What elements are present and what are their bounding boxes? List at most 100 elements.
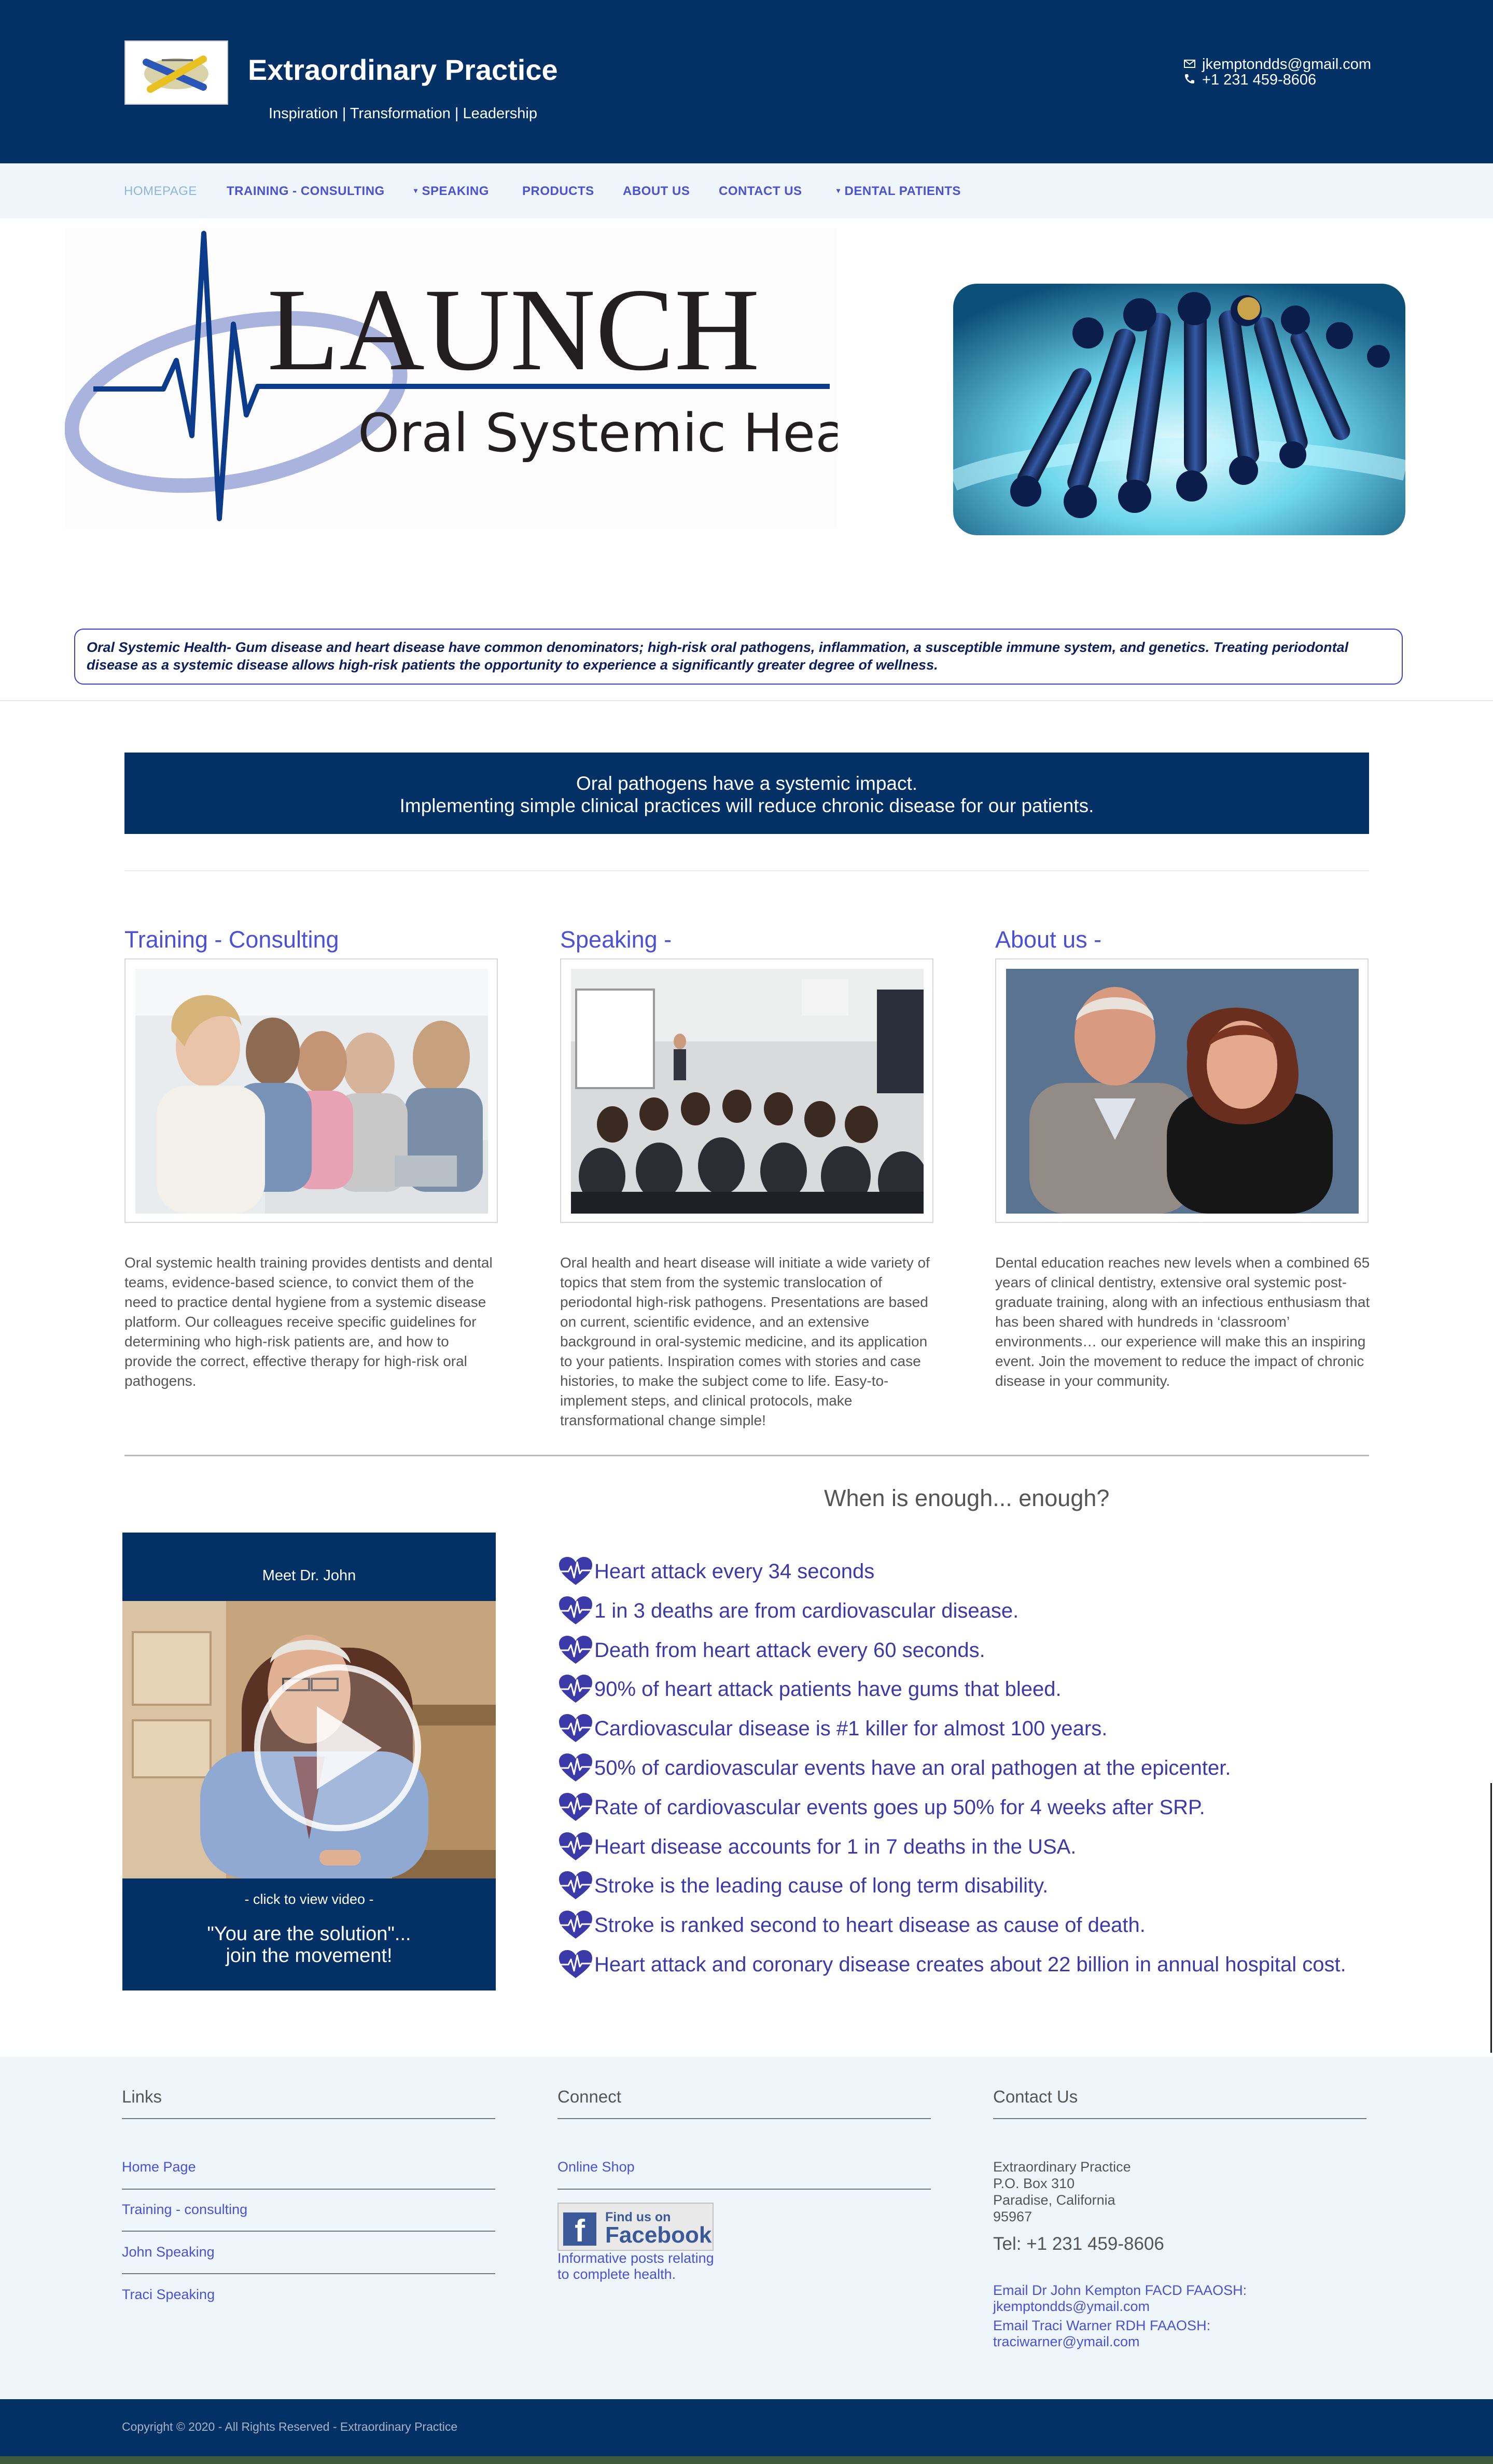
click-to-view-video[interactable]: - click to view video - [122, 1891, 496, 1908]
speaking-heading[interactable]: Speaking - [560, 926, 672, 953]
play-icon[interactable] [252, 1662, 423, 1833]
scrollbar-edge [1490, 1783, 1492, 2053]
divider [557, 2189, 931, 2190]
speaking-text: Oral health and heart disease will initi… [560, 1255, 930, 1428]
training-consulting-heading[interactable]: Training - Consulting [124, 926, 339, 953]
email-traci-label: Email Traci Warner RDH FAAOSH: [993, 2318, 1211, 2333]
heartbeat-heart-icon [558, 1713, 593, 1744]
footer-links-heading: Links [122, 2087, 162, 2106]
about-us-heading[interactable]: About us - [995, 926, 1101, 953]
heartbeat-heart-icon [558, 1595, 593, 1626]
logo-graphic [143, 55, 208, 93]
heart-fact-item: Death from heart attack every 60 seconds… [558, 1635, 985, 1666]
heart-fact-text: Stroke is the leading cause of long term… [594, 1874, 1049, 1897]
phone-icon [1183, 72, 1196, 89]
video-thumbnail[interactable] [122, 1601, 496, 1878]
heartbeat-heart-icon [558, 1674, 593, 1705]
heartbeat-heart-icon [558, 1831, 593, 1862]
heartbeat-heart-icon [558, 1870, 593, 1901]
speaking-photo-frame[interactable] [560, 958, 933, 1223]
heart-fact-text: Cardiovascular disease is #1 killer for … [594, 1717, 1108, 1740]
header-phone[interactable]: +1 231 459-8606 [1183, 72, 1316, 89]
footer-address: Extraordinary Practice P.O. Box 310 Para… [993, 2159, 1131, 2225]
facebook-caption-line-1: Informative posts relating [557, 2250, 714, 2266]
footer-link-john-speaking[interactable]: John Speaking [122, 2244, 215, 2260]
launch-logo-graphic: LAUNCH Oral Systemic Health [64, 231, 917, 521]
training-consulting-text: Oral systemic health training provides d… [124, 1255, 493, 1389]
heartbeat-heart-icon [558, 1792, 593, 1823]
caret-down-icon: ▾ [414, 186, 418, 194]
footer-online-shop-link[interactable]: Online Shop [557, 2159, 635, 2175]
heart-fact-text: Heart attack and coronary disease create… [594, 1953, 1346, 1976]
heart-fact-text: Stroke is ranked second to heart disease… [594, 1913, 1146, 1937]
nav-products[interactable]: PRODUCTS [522, 184, 594, 199]
heart-fact-text: Heart attack every 34 seconds [594, 1560, 875, 1583]
heartbeat-heart-icon [558, 1635, 593, 1666]
facebook-caption[interactable]: Informative posts relating to complete h… [557, 2250, 714, 2282]
launch-logo-banner: LAUNCH Oral Systemic Health [64, 228, 917, 529]
address-line: P.O. Box 310 [993, 2176, 1075, 2191]
email-john-address[interactable]: jkemptondds@ymail.com [993, 2299, 1247, 2315]
heart-fact-item: Heart attack and coronary disease create… [558, 1949, 1346, 1980]
training-consulting-photo[interactable] [135, 969, 488, 1214]
when-is-enough-heading: When is enough... enough? [824, 1485, 1110, 1511]
address-line: 95967 [993, 2209, 1032, 2224]
heart-fact-text: Rate of cardiovascular events goes up 50… [594, 1795, 1205, 1819]
facebook-caption-line-2: to complete health. [557, 2266, 676, 2282]
envelope-icon [1183, 56, 1196, 73]
footer-link-training-consulting[interactable]: Training - consulting [122, 2202, 247, 2218]
launch-logo-word: LAUNCH [267, 265, 760, 395]
video-quote-line-2: join the movement! [226, 1945, 393, 1967]
heartbeat-heart-icon [558, 1556, 593, 1587]
heart-fact-item: 50% of cardiovascular events have an ora… [558, 1752, 1231, 1784]
heart-fact-item: 1 in 3 deaths are from cardiovascular di… [558, 1595, 1018, 1626]
footer-link-home-page[interactable]: Home Page [122, 2159, 196, 2175]
divider [993, 2118, 1366, 2119]
footer-email-john[interactable]: Email Dr John Kempton FACD FAAOSH: jkemp… [993, 2282, 1247, 2315]
about-us-photo[interactable] [1006, 969, 1359, 1214]
speaking-photo[interactable] [571, 969, 924, 1214]
email-traci-address[interactable]: traciwarner@ymail.com [993, 2334, 1210, 2350]
footer-email-traci[interactable]: Email Traci Warner RDH FAAOSH: traciwarn… [993, 2318, 1210, 2350]
nav-speaking[interactable]: ▾ SPEAKING [414, 184, 489, 199]
site-tagline: Inspiration | Transformation | Leadershi… [269, 105, 538, 122]
nav-homepage[interactable]: HOMEPAGE [124, 184, 197, 199]
header-phone-text[interactable]: +1 231 459-8606 [1202, 72, 1316, 89]
facebook-badge[interactable]: f Find us on Facebook [557, 2203, 714, 2251]
footer-link-traci-speaking[interactable]: Traci Speaking [122, 2287, 215, 2303]
nav-about-us[interactable]: ABOUT US [623, 184, 690, 199]
footer-connect-heading: Connect [557, 2087, 621, 2106]
impact-line-1: Oral pathogens have a systemic impact. [576, 773, 918, 794]
video-quote: "You are the solution"... join the movem… [122, 1923, 496, 1967]
about-us-photo-frame[interactable] [995, 958, 1369, 1223]
site-header: Extraordinary Practice Inspiration | Tra… [0, 0, 1493, 163]
heart-fact-text: 1 in 3 deaths are from cardiovascular di… [594, 1599, 1019, 1622]
header-email[interactable]: jkemptondds@gmail.com [1183, 56, 1371, 73]
heart-fact-text: Death from heart attack every 60 seconds… [594, 1638, 985, 1662]
nav-dental-patients[interactable]: ▾ DENTAL PATIENTS [836, 184, 961, 199]
heartbeat-heart-icon [558, 1752, 593, 1784]
bottom-strip [0, 2456, 1493, 2464]
meet-dr-john-video-card[interactable]: Meet Dr. John - click to view video - "Y… [122, 1533, 496, 1990]
heart-fact-text: 50% of cardiovascular events have an ora… [594, 1756, 1231, 1779]
nav-contact-us[interactable]: CONTACT US [719, 184, 802, 199]
site-footer: Links Home Page Training - consulting Jo… [0, 2057, 1493, 2399]
training-consulting-photo-frame[interactable] [124, 958, 498, 1223]
heart-fact-item: 90% of heart attack patients have gums t… [558, 1674, 1062, 1705]
divider [122, 2273, 495, 2274]
nav-training-consulting[interactable]: TRAINING - CONSULTING [227, 184, 385, 199]
main-navigation: HOMEPAGE TRAINING - CONSULTING ▾ SPEAKING… [0, 163, 1493, 218]
heart-fact-item: Stroke is the leading cause of long term… [558, 1870, 1048, 1901]
header-email-text[interactable]: jkemptondds@gmail.com [1202, 56, 1371, 73]
divider [122, 2189, 495, 2190]
footer-telephone[interactable]: Tel: +1 231 459-8606 [993, 2235, 1164, 2253]
address-line: Extraordinary Practice [993, 2159, 1131, 2175]
divider [122, 2231, 495, 2232]
divider [0, 700, 1493, 701]
heart-fact-item: Cardiovascular disease is #1 killer for … [558, 1713, 1107, 1744]
divider [122, 2118, 495, 2119]
heartbeat-heart-icon [558, 1910, 593, 1941]
site-title[interactable]: Extraordinary Practice [248, 53, 558, 87]
nav-dental-patients-label: DENTAL PATIENTS [844, 184, 961, 198]
site-logo[interactable] [124, 40, 228, 105]
